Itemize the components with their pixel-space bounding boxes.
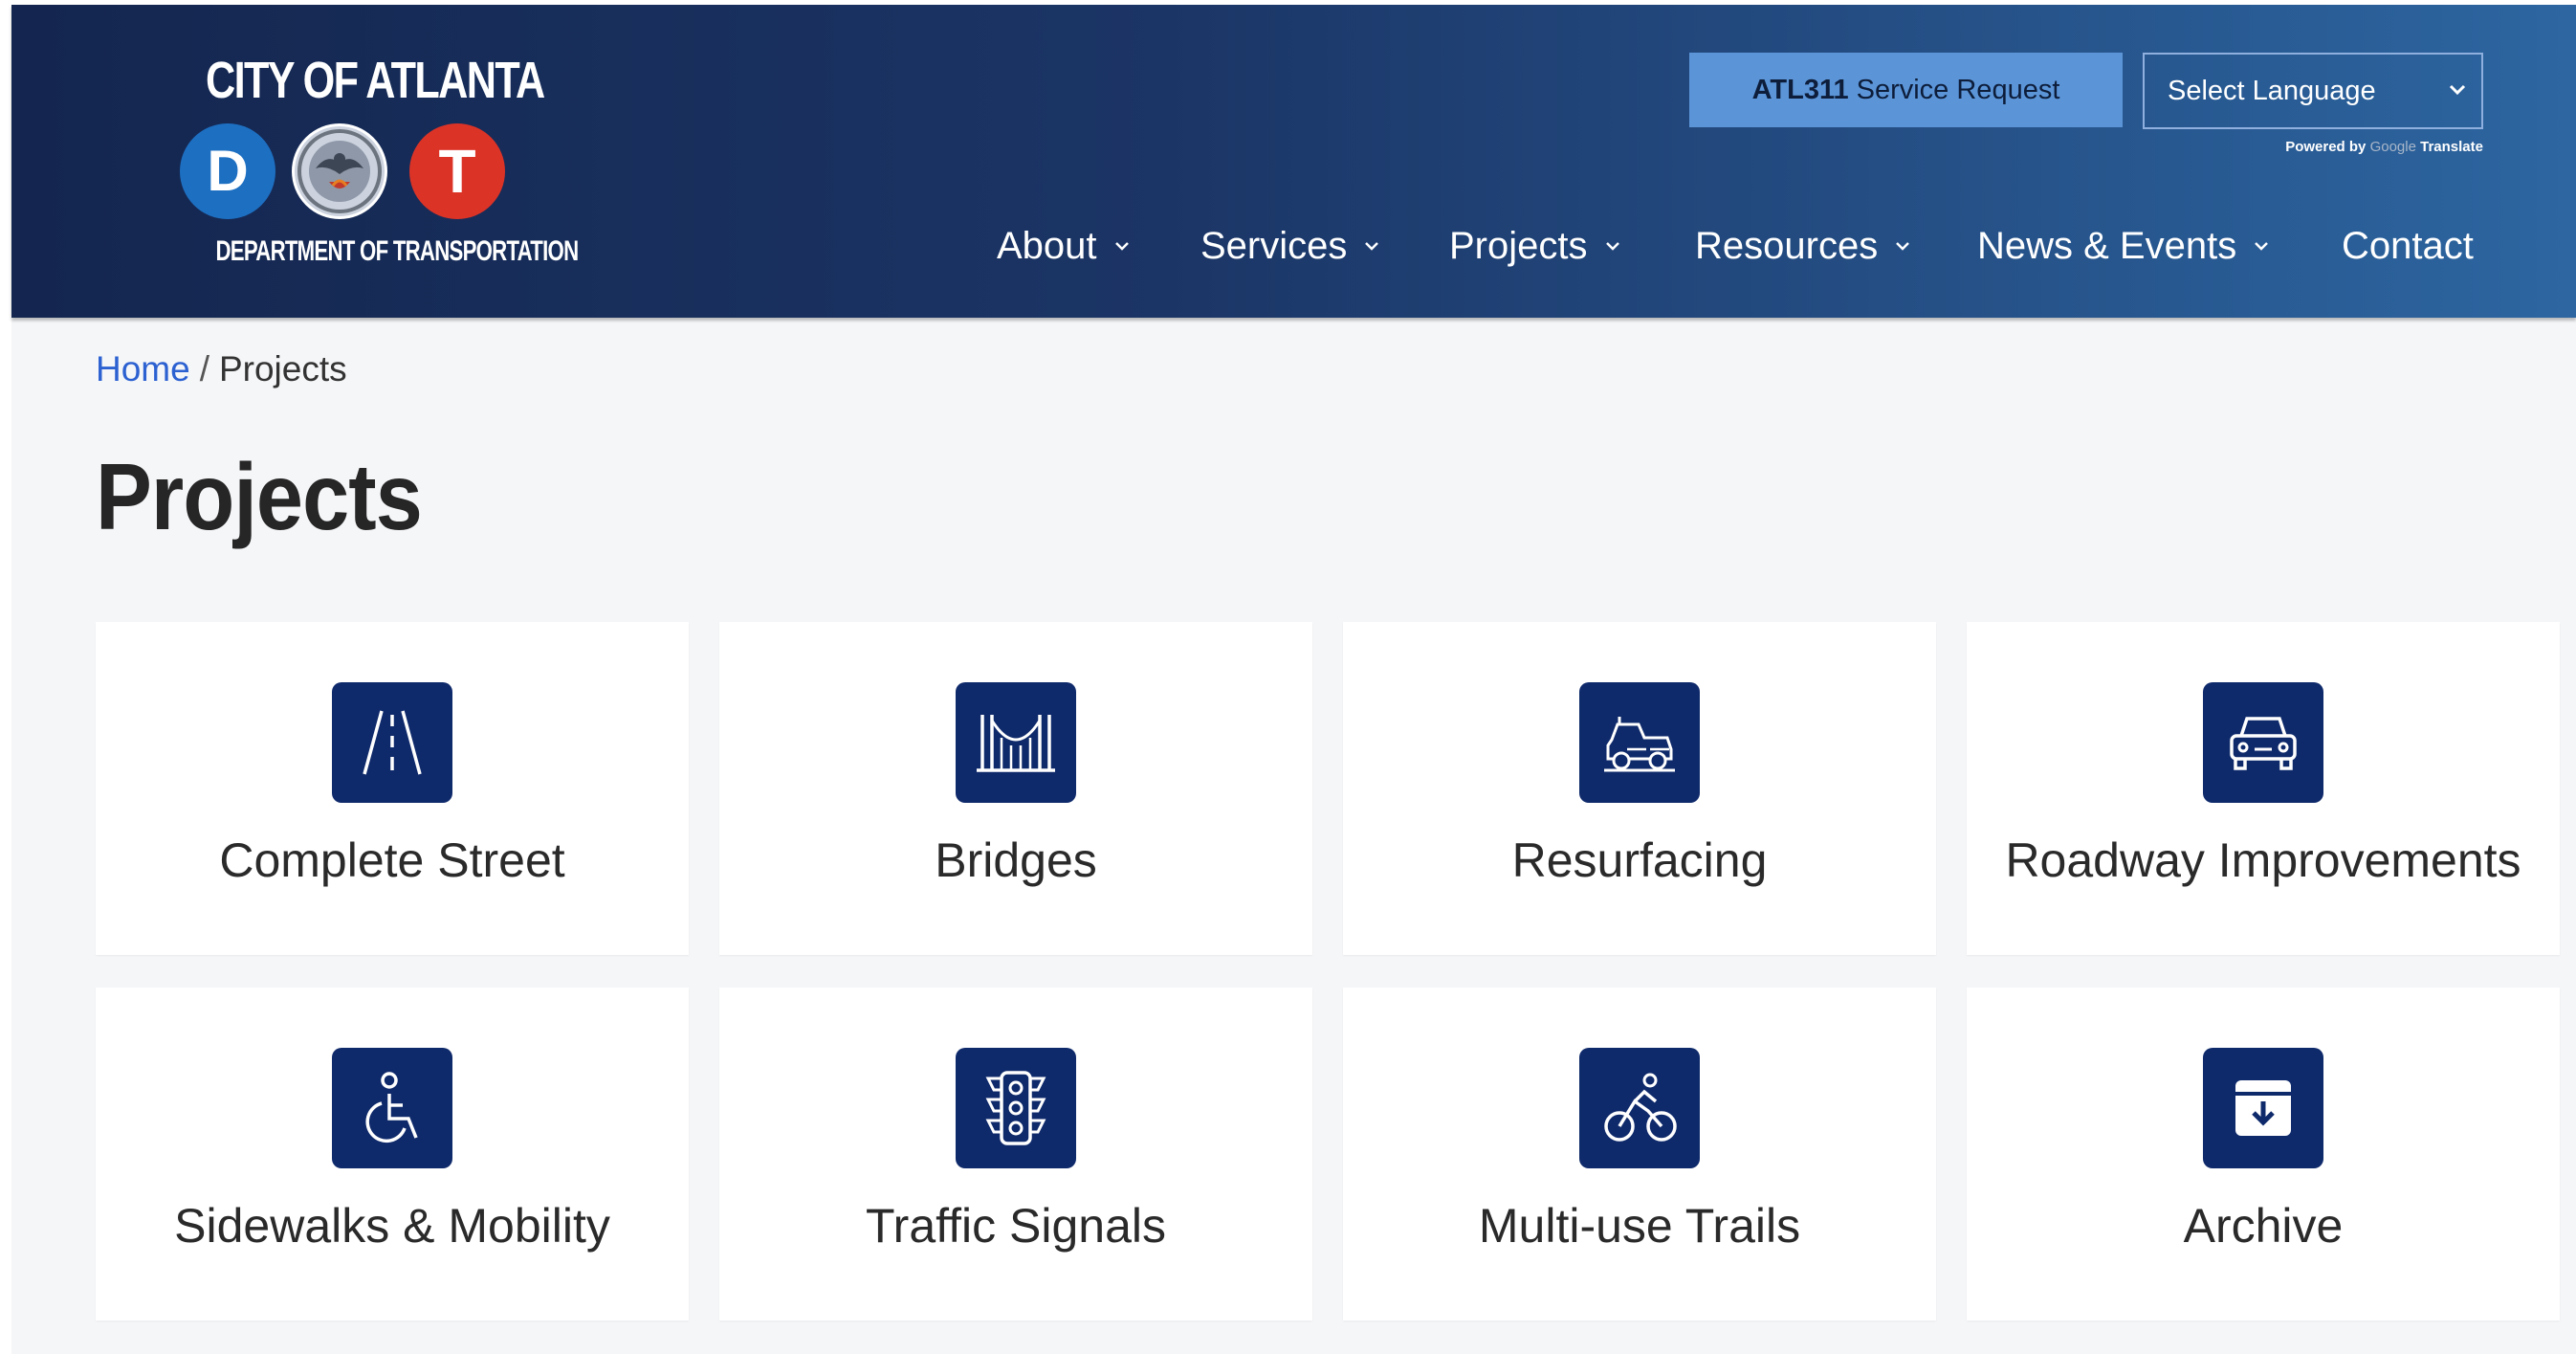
nav-item-contact[interactable]: Contact [2342, 217, 2474, 275]
nav-label: Projects [1449, 224, 1588, 267]
logo-title: CITY OF ATLANTA [206, 52, 545, 109]
card-label: Archive [2183, 1199, 2344, 1253]
chevron-down-icon [2449, 84, 2466, 96]
atl311-service-request-button[interactable]: ATL311 Service Request [1689, 53, 2123, 127]
card-label: Bridges [935, 833, 1097, 887]
nav-item-services[interactable]: Services [1200, 217, 1381, 275]
page: CITY OF ATLANTA D T DEPARTMENT OF TRANSP… [11, 5, 2576, 1354]
chevron-down-icon [2255, 242, 2269, 251]
traffic-light-icon [956, 1048, 1076, 1168]
nav-item-about[interactable]: About [997, 217, 1132, 275]
nav-label: About [997, 224, 1097, 267]
logo-d-circle: D [180, 123, 275, 219]
nav-item-news-events[interactable]: News & Events [1977, 217, 2271, 275]
nav-label: News & Events [1977, 224, 2237, 267]
card-label: Resurfacing [1511, 833, 1768, 887]
bicycle-icon [1579, 1048, 1700, 1168]
chevron-down-icon [1365, 242, 1379, 251]
car-icon [2203, 682, 2323, 803]
logo-t-circle: T [409, 123, 505, 219]
translate-text: Translate [2420, 139, 2483, 155]
nav-item-projects[interactable]: Projects [1449, 217, 1622, 275]
project-card-traffic-signals[interactable]: Traffic Signals [719, 988, 1312, 1321]
project-card-sidewalks-mobility[interactable]: Sidewalks & Mobility [96, 988, 689, 1321]
wheelchair-icon [332, 1048, 452, 1168]
google-translate-credit: Powered by Google Translate [2250, 139, 2483, 155]
service-button-text: Service Request [1856, 74, 2060, 105]
project-card-archive[interactable]: Archive [1967, 988, 2560, 1321]
bridge-icon [956, 682, 1076, 803]
breadcrumb-home-link[interactable]: Home [96, 349, 190, 388]
card-label: Complete Street [219, 833, 565, 887]
logo-emblems: D T [180, 123, 505, 223]
breadcrumb-separator: / [199, 349, 209, 388]
language-select[interactable]: Select Language [2143, 53, 2483, 129]
chevron-down-icon [1605, 242, 1619, 251]
card-label: Multi-use Trails [1478, 1199, 1801, 1253]
chevron-down-icon [1896, 242, 1910, 251]
city-dot-logo[interactable]: CITY OF ATLANTA D T DEPARTMENT OF TRANSP… [172, 51, 580, 276]
project-card-resurfacing[interactable]: Resurfacing [1343, 622, 1936, 955]
card-label: Roadway Improvements [2005, 833, 2521, 887]
city-seal-icon [292, 123, 387, 219]
site-header: CITY OF ATLANTA D T DEPARTMENT OF TRANSP… [11, 5, 2576, 318]
road-icon [332, 682, 452, 803]
nav-item-resources[interactable]: Resources [1695, 217, 1912, 275]
logo-subtitle: DEPARTMENT OF TRANSPORTATION [215, 235, 580, 267]
language-select-value: Select Language [2168, 75, 2376, 106]
card-label: Traffic Signals [865, 1199, 1166, 1253]
powered-by-text: Powered by [2285, 139, 2367, 155]
logo-t-letter: T [438, 137, 475, 206]
nav-label: Resources [1695, 224, 1879, 267]
card-label: Sidewalks & Mobility [174, 1199, 610, 1253]
project-card-complete-street[interactable]: Complete Street [96, 622, 689, 955]
breadcrumb: Home / Projects [96, 349, 347, 389]
project-card-bridges[interactable]: Bridges [719, 622, 1312, 955]
project-card-multi-use-trails[interactable]: Multi-use Trails [1343, 988, 1936, 1321]
google-text: Google [2369, 139, 2416, 155]
page-title: Projects [96, 444, 423, 549]
service-button-bold: ATL311 [1751, 74, 1849, 105]
nav-label: Contact [2342, 224, 2474, 267]
archive-icon [2203, 1048, 2323, 1168]
project-card-roadway-improvements[interactable]: Roadway Improvements [1967, 622, 2560, 955]
chevron-down-icon [1114, 242, 1129, 251]
nav-label: Services [1200, 224, 1348, 267]
logo-d-letter: D [207, 139, 248, 203]
breadcrumb-current: Projects [218, 349, 347, 388]
road-roller-icon [1579, 682, 1700, 803]
